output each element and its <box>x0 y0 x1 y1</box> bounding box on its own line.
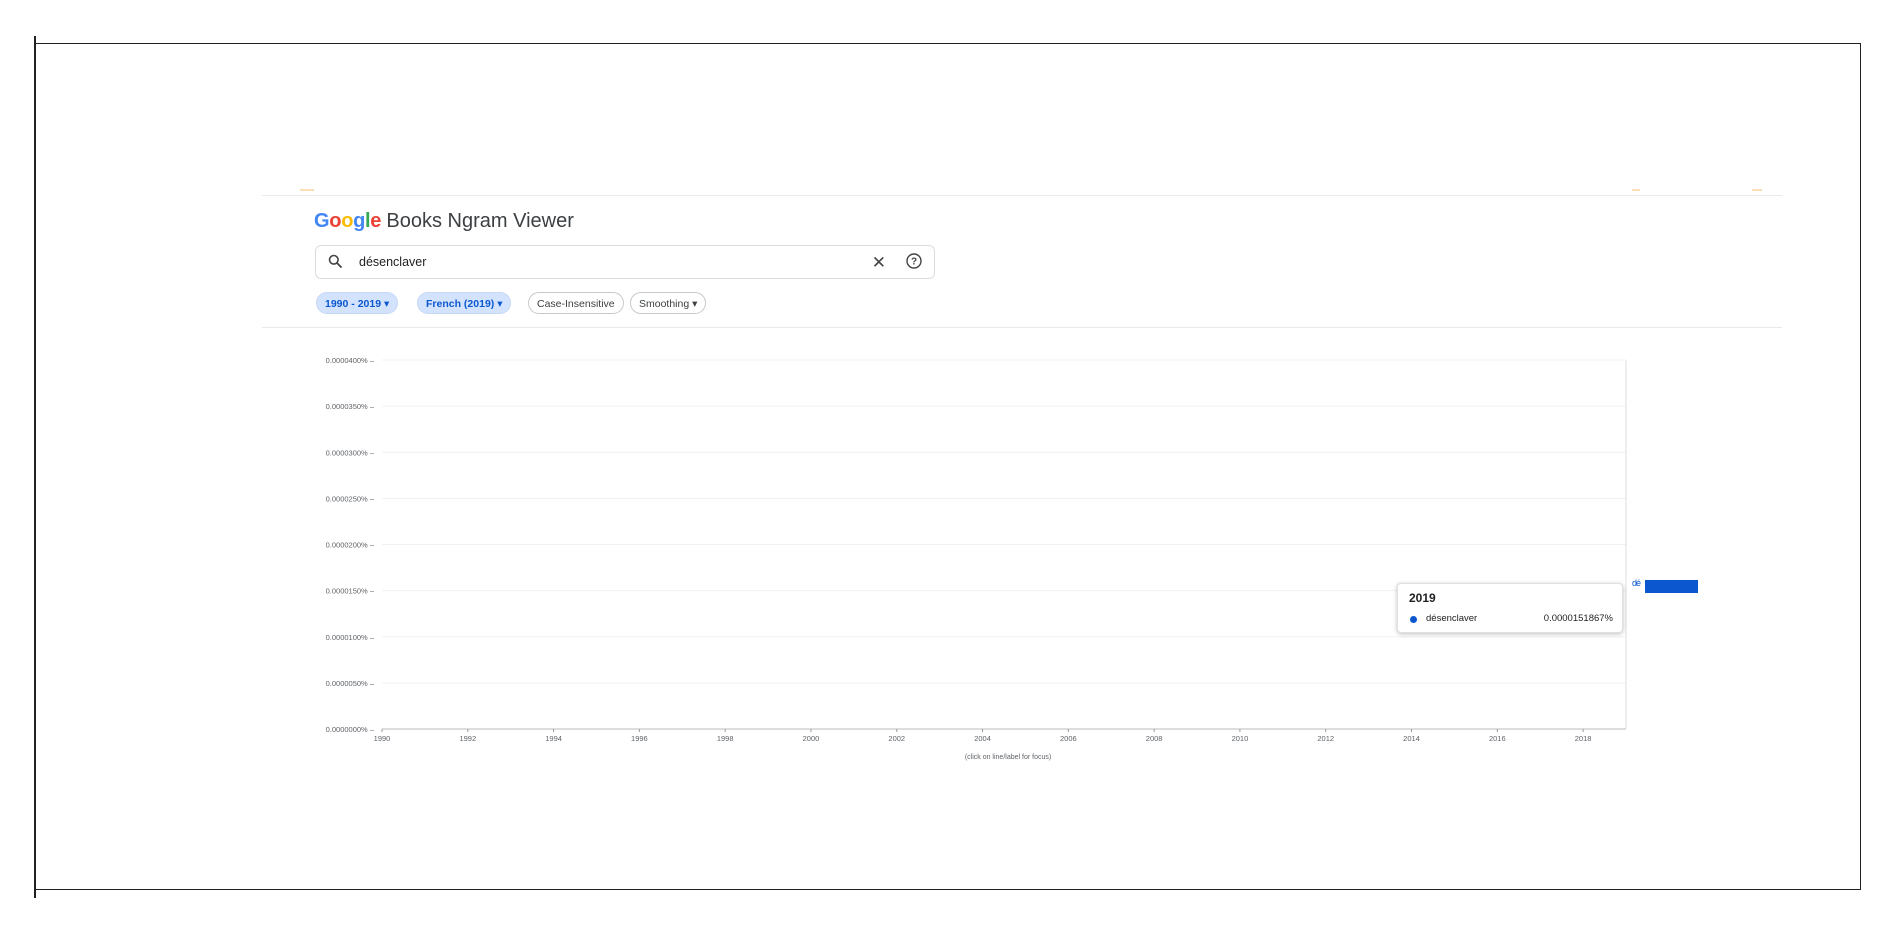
y-tick-label: 0.0000400% – <box>326 356 375 365</box>
x-tick-label: 1992 <box>459 734 476 743</box>
y-tick-label: 0.0000250% – <box>326 494 375 503</box>
x-tick-label: 1998 <box>717 734 734 743</box>
tooltip-term: désenclaver <box>1426 613 1478 624</box>
series-end-label-text[interactable]: dé <box>1632 578 1641 588</box>
y-tick-label: 0.0000000% – <box>326 725 375 734</box>
x-tick-label: 2002 <box>888 734 905 743</box>
x-tick-label: 2010 <box>1232 734 1249 743</box>
x-axis-note: (click on line/label for focus) <box>965 754 1051 761</box>
x-tick-label: 2016 <box>1489 734 1506 743</box>
x-tick-label: 1990 <box>374 734 391 743</box>
tooltip-series-dot <box>1410 616 1417 623</box>
y-tick-label: 0.0000350% – <box>326 402 375 411</box>
series-end-label[interactable] <box>1645 580 1698 593</box>
x-tick-label: 2000 <box>803 734 820 743</box>
x-tick-label: 2012 <box>1317 734 1334 743</box>
x-tick-label: 2006 <box>1060 734 1077 743</box>
tooltip-value: 0.0000151867% <box>1543 613 1613 624</box>
x-tick-label: 1994 <box>545 734 562 743</box>
x-tick-label: 1996 <box>631 734 648 743</box>
hover-tooltip: 2019 désenclaver 0.0000151867% <box>1397 583 1623 633</box>
chart-area: 0.0000400% – 0.0000350% – 0.0000300% – 0.00… <box>0 0 1890 950</box>
y-tick-label: 0.0000300% – <box>326 448 375 457</box>
x-tick-label: 2008 <box>1146 734 1163 743</box>
y-tick-label: 0.0000200% – <box>326 541 375 550</box>
x-tick-label: 2014 <box>1403 734 1420 743</box>
x-tick-label: 2018 <box>1575 734 1592 743</box>
y-tick-label: 0.0000050% – <box>326 679 375 688</box>
tooltip-year: 2019 <box>1409 591 1436 605</box>
y-tick-label: 0.0000100% – <box>326 633 375 642</box>
y-tick-label: 0.0000150% – <box>326 587 375 596</box>
x-tick-label: 2004 <box>974 734 991 743</box>
ngram-chart: 0.0000400% – 0.0000350% – 0.0000300% – 0.00… <box>326 356 1627 761</box>
